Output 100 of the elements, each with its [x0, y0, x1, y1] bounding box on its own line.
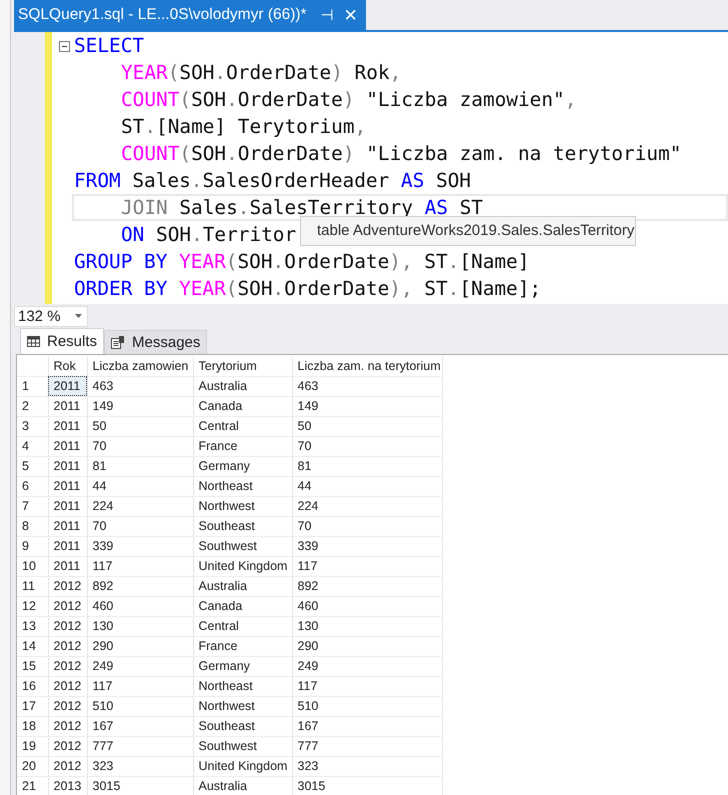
table-cell: 892 — [87, 576, 193, 596]
row-number: 21 — [17, 776, 48, 795]
document-icon — [111, 336, 126, 349]
table-cell: 149 — [292, 396, 442, 416]
table-cell: 339 — [292, 536, 442, 556]
row-number: 16 — [17, 676, 48, 696]
row-number: 4 — [17, 436, 48, 456]
table-cell: 149 — [87, 396, 193, 416]
table-cell: 2012 — [48, 596, 87, 616]
tooltip: table AdventureWorks2019.Sales.SalesTerritory — [300, 216, 636, 246]
table-cell: 510 — [87, 696, 193, 716]
table-cell: United Kingdom — [193, 756, 292, 776]
row-number: 2 — [17, 396, 48, 416]
table-cell: 2012 — [48, 676, 87, 696]
table-cell: 2011 — [48, 416, 87, 436]
caret-icon — [75, 314, 82, 318]
code-line: YEAR(SOH.OrderDate) Rok, — [120, 61, 402, 84]
column-header[interactable]: Liczba zamowien — [87, 357, 193, 376]
table-cell: Southwest — [193, 536, 292, 556]
table-cell: 81 — [292, 456, 442, 476]
table-cell: Northeast — [193, 676, 292, 696]
table-cell: Australia — [193, 776, 292, 795]
code-line: COUNT(SOH.OrderDate) "Liczba zam. na terytorium" — [120, 142, 682, 165]
table-cell: 44 — [87, 476, 193, 496]
code-line: SELECT — [74, 34, 144, 57]
pin-button[interactable]: ⊣ — [320, 6, 334, 24]
table-cell: 777 — [292, 736, 442, 756]
table-cell: 290 — [292, 636, 442, 656]
close-button[interactable]: ✕ — [344, 4, 358, 26]
table-cell: 2012 — [48, 576, 87, 596]
collapse-icon[interactable] — [59, 41, 70, 52]
table-cell: 249 — [87, 656, 193, 676]
table-cell: Canada — [193, 396, 292, 416]
table-cell: 249 — [292, 656, 442, 676]
row-number: 12 — [17, 596, 48, 616]
table-cell: 3015 — [292, 776, 442, 795]
table-cell: 2011 — [48, 536, 87, 556]
results-tab[interactable]: Messages — [104, 330, 208, 354]
table-cell: 777 — [87, 736, 193, 756]
table-cell: 2012 — [48, 656, 87, 676]
table-cell: 2011 — [48, 376, 87, 396]
document-tab[interactable]: SQLQuery1.sql - LE...0S\volodymyr (66))* ⊣ ✕ — [14, 0, 366, 30]
grid-icon — [27, 336, 40, 347]
table-cell: 117 — [87, 556, 193, 576]
table-cell: Australia — [193, 376, 292, 396]
row-number: 5 — [17, 456, 48, 476]
column-header[interactable]: Rok — [48, 357, 87, 376]
table-cell: Northeast — [193, 476, 292, 496]
table-cell: 70 — [292, 436, 442, 456]
table-cell: 339 — [87, 536, 193, 556]
table-cell: 224 — [292, 496, 442, 516]
zoom-dropdown[interactable]: 132 % — [14, 306, 88, 326]
code-line: ON SOH.Territor — [120, 223, 296, 246]
table-cell: Central — [193, 616, 292, 636]
table-cell: 2012 — [48, 716, 87, 736]
code-line: ORDER BY YEAR(SOH.OrderDate), ST.[Name]; — [74, 277, 542, 300]
table-cell: 81 — [87, 456, 193, 476]
row-number: 13 — [17, 616, 48, 636]
table-cell: Germany — [193, 656, 292, 676]
table-cell: 2011 — [48, 456, 87, 476]
table-cell: United Kingdom — [193, 556, 292, 576]
row-number: 7 — [17, 496, 48, 516]
table-cell: 44 — [292, 476, 442, 496]
column-header[interactable]: Terytorium — [193, 357, 292, 376]
row-number: 18 — [17, 716, 48, 736]
table-cell: 167 — [87, 716, 193, 736]
table-cell: Southeast — [193, 516, 292, 536]
table-cell: 117 — [292, 676, 442, 696]
table-cell: Southeast — [193, 716, 292, 736]
table-cell: 2011 — [48, 396, 87, 416]
table-cell: 323 — [87, 756, 193, 776]
code-line: FROM Sales.SalesOrderHeader AS SOH — [74, 169, 471, 192]
table-cell: Northwest — [193, 496, 292, 516]
table-cell: 2012 — [48, 616, 87, 636]
table-cell: Australia — [193, 576, 292, 596]
row-number: 14 — [17, 636, 48, 656]
table-cell: 130 — [292, 616, 442, 636]
code-line: GROUP BY YEAR(SOH.OrderDate), ST.[Name] — [74, 250, 530, 273]
table-cell: 2012 — [48, 756, 87, 776]
table-cell: Germany — [193, 456, 292, 476]
table-cell: 3015 — [87, 776, 193, 795]
table-cell: 2012 — [48, 736, 87, 756]
table-cell: 323 — [292, 756, 442, 776]
table-cell: 117 — [87, 676, 193, 696]
table-cell: 2011 — [48, 496, 87, 516]
row-number: 17 — [17, 696, 48, 716]
table-cell: France — [193, 436, 292, 456]
table-cell: 2011 — [48, 556, 87, 576]
code-line: ST.[Name] Terytorium, — [120, 115, 366, 138]
table-cell: 892 — [292, 576, 442, 596]
column-header[interactable]: Liczba zam. na terytorium — [292, 357, 442, 376]
code-line: COUNT(SOH.OrderDate) "Liczba zamowien", — [120, 88, 576, 111]
table-cell: 224 — [87, 496, 193, 516]
table-cell: 510 — [292, 696, 442, 716]
table-cell: 2011 — [48, 516, 87, 536]
row-number: 11 — [17, 576, 48, 596]
table-cell: 70 — [87, 516, 193, 536]
row-number: 6 — [17, 476, 48, 496]
results-tab[interactable]: Results — [20, 328, 104, 354]
table-cell: 2012 — [48, 696, 87, 716]
